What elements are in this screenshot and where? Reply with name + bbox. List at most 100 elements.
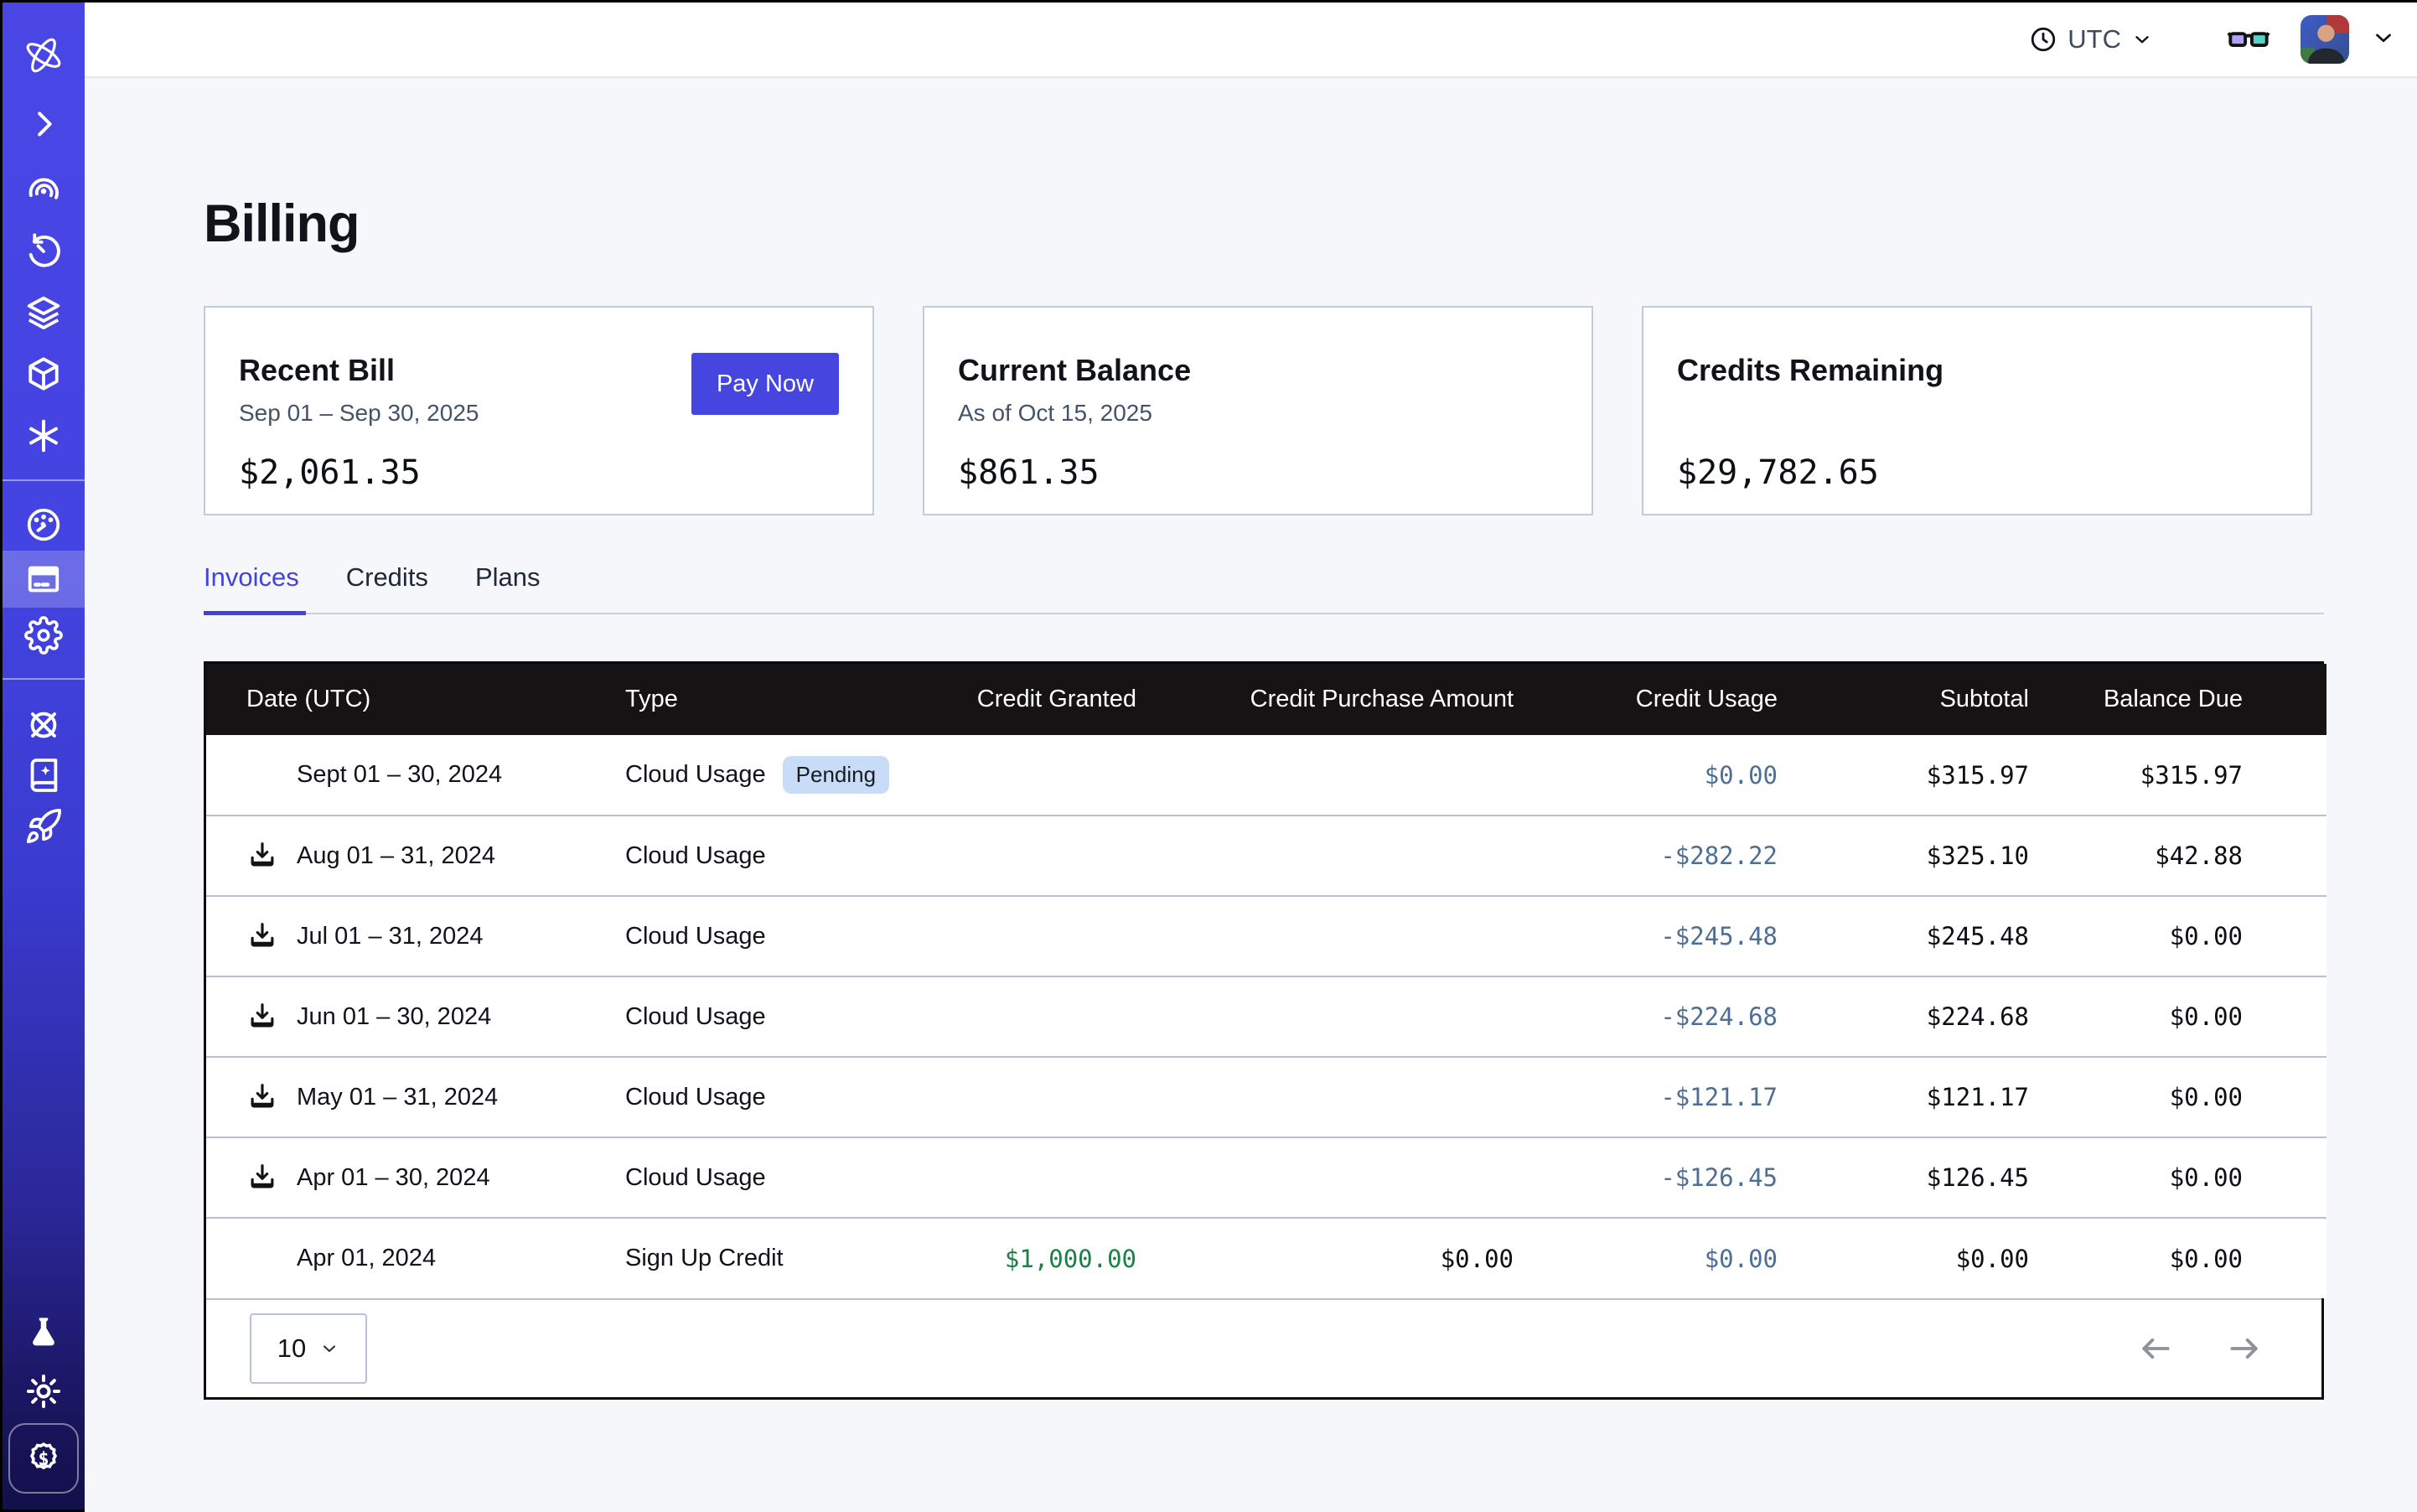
helm-wheel-icon (24, 706, 63, 744)
invoice-type: Cloud Usage (625, 1164, 766, 1192)
download-invoice-icon[interactable] (246, 1080, 280, 1114)
invoice-type: Cloud Usage (625, 842, 766, 870)
column-header: Credit Purchase Amount (1162, 664, 1539, 735)
avatar[interactable] (2301, 15, 2349, 64)
svg-text:$: $ (38, 1449, 49, 1470)
balance-due-value: $0.00 (2054, 1057, 2326, 1137)
credit-purchase-value (1162, 1137, 1539, 1218)
sidebar-divider (3, 678, 85, 680)
table-row: May 01 – 31, 2024 Cloud Usage -$121.17 $… (206, 1057, 2326, 1137)
layers-icon (24, 293, 63, 332)
topbar: UTC (85, 3, 2417, 78)
column-header: Credit Usage (1539, 664, 1803, 735)
tab-invoices[interactable]: Invoices (204, 562, 299, 613)
credit-granted-value (927, 976, 1162, 1057)
sidebar-item-helm[interactable] (24, 706, 63, 744)
sidebar-item-labs[interactable] (24, 1313, 63, 1352)
credit-granted-value (927, 1137, 1162, 1218)
credit-usage-value: -$282.22 (1539, 816, 1803, 896)
table-row: Apr 01 – 30, 2024 Cloud Usage -$126.45 $… (206, 1137, 2326, 1218)
download-invoice-icon[interactable] (246, 919, 280, 953)
balance-due-value: $0.00 (2054, 976, 2326, 1057)
chevron-down-icon (2131, 28, 2153, 50)
sidebar-item-settings[interactable] (24, 616, 63, 655)
timezone-selector[interactable]: UTC (2029, 24, 2153, 54)
sidebar-item-billing[interactable] (24, 560, 63, 598)
account-menu-caret[interactable] (2371, 25, 2396, 54)
sidebar-expand-chevron-icon[interactable] (24, 105, 63, 143)
sidebar-item-theme[interactable] (24, 1372, 63, 1411)
balance-due-value: $315.97 (2054, 735, 2326, 816)
invoice-type: Cloud Usage (625, 1003, 766, 1031)
card-subtitle: As of Oct 15, 2025 (958, 400, 1558, 428)
logo-orbit-icon[interactable] (21, 33, 66, 78)
sidebar-money-button[interactable]: $ (8, 1423, 79, 1494)
sidebar-item-rocket[interactable] (24, 807, 63, 846)
column-header: Subtotal (1803, 664, 2054, 735)
sidebar-item-dashboard[interactable] (24, 505, 63, 544)
credit-granted-value (927, 896, 1162, 976)
flask-icon (24, 1313, 63, 1352)
card-amount: $861.35 (958, 453, 1558, 492)
tab-credits[interactable]: Credits (346, 562, 428, 613)
balance-due-value: $0.00 (2054, 1218, 2326, 1298)
invoice-date: Jul 01 – 31, 2024 (297, 923, 484, 950)
sidebar-item-cube[interactable] (24, 355, 63, 393)
column-header: Date (UTC) (206, 664, 592, 735)
app-window: $ UTC (0, 0, 2417, 1512)
sidebar-item-observe[interactable] (24, 171, 63, 210)
credit-usage-value: -$121.17 (1539, 1057, 1803, 1137)
page-title: Billing (204, 194, 2324, 254)
card-title: Credits Remaining (1677, 353, 2277, 388)
card-credits-remaining: Credits Remaining $29,782.65 (1642, 306, 2312, 515)
sidebar-item-docs[interactable] (24, 756, 63, 795)
credit-usage-value: $0.00 (1539, 1218, 1803, 1298)
asterisk-icon (24, 417, 63, 455)
sidebar-item-layers[interactable] (24, 293, 63, 332)
credit-purchase-value (1162, 976, 1539, 1057)
balance-due-value: $0.00 (2054, 896, 2326, 976)
sidebar-item-asterisk[interactable] (24, 417, 63, 455)
summary-cards: Recent Bill Sep 01 – Sep 30, 2025 $2,061… (204, 306, 2324, 515)
previous-page-arrow[interactable] (2137, 1330, 2174, 1367)
subtotal-value: $245.48 (1803, 896, 2054, 976)
subtotal-value: $325.10 (1803, 816, 2054, 896)
page-size-select[interactable]: 10 (250, 1313, 367, 1384)
clock-icon (2029, 25, 2057, 54)
invoice-type: Cloud Usage (625, 923, 766, 950)
credit-purchase-value (1162, 735, 1539, 816)
reader-glasses-icon[interactable] (2227, 16, 2270, 64)
download-invoice-icon[interactable] (246, 1161, 280, 1194)
download-invoice-icon[interactable] (246, 1000, 280, 1033)
invoice-date: Sept 01 – 30, 2024 (297, 761, 502, 789)
credit-granted-value: $1,000.00 (927, 1218, 1162, 1298)
next-page-arrow[interactable] (2226, 1330, 2263, 1367)
subtotal-value: $315.97 (1803, 735, 2054, 816)
card-recent-bill: Recent Bill Sep 01 – Sep 30, 2025 $2,061… (204, 306, 874, 515)
invoice-type: Sign Up Credit (625, 1245, 784, 1272)
download-invoice-icon[interactable] (246, 839, 280, 873)
chevron-down-icon (2371, 25, 2396, 50)
tab-plans[interactable]: Plans (475, 562, 541, 613)
invoice-type: Cloud Usage (625, 761, 766, 789)
card-amount: $2,061.35 (239, 453, 839, 492)
invoice-date: Apr 01 – 30, 2024 (297, 1164, 490, 1192)
timer-icon (24, 232, 63, 271)
balance-due-value: $0.00 (2054, 1137, 2326, 1218)
pay-now-button[interactable]: Pay Now (691, 353, 839, 415)
invoice-type: Cloud Usage (625, 1084, 766, 1111)
balance-due-value: $42.88 (2054, 816, 2326, 896)
subtotal-value: $0.00 (1803, 1218, 2054, 1298)
page-size-value: 10 (277, 1333, 306, 1364)
card-title: Current Balance (958, 353, 1558, 388)
credit-purchase-value (1162, 896, 1539, 976)
dollar-badge-icon: $ (24, 1439, 63, 1478)
card-current-balance: Current Balance As of Oct 15, 2025 $861.… (923, 306, 1593, 515)
table-row: Jul 01 – 31, 2024 Cloud Usage -$245.48 $… (206, 896, 2326, 976)
column-header: Credit Granted (927, 664, 1162, 735)
credit-usage-value: -$126.45 (1539, 1137, 1803, 1218)
subtotal-value: $126.45 (1803, 1137, 2054, 1218)
sidebar-item-timer[interactable] (24, 232, 63, 271)
invoice-date: Aug 01 – 31, 2024 (297, 842, 495, 870)
sidebar-divider (3, 479, 85, 481)
